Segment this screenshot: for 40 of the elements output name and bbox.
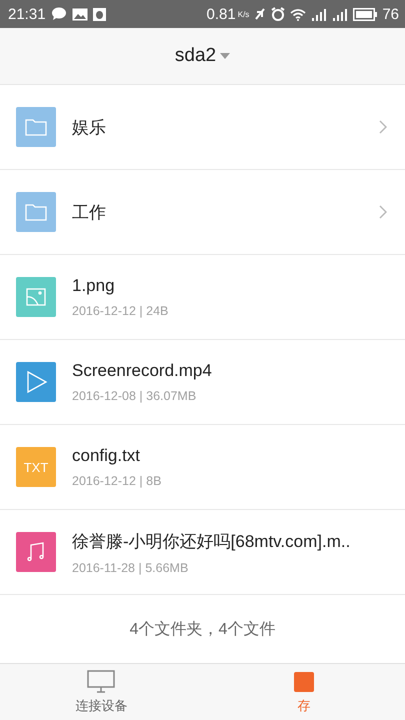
folder-file-icon <box>16 192 56 232</box>
chevron-icon <box>379 120 387 134</box>
image-file-icon <box>16 277 56 317</box>
text-file-icon: TXT <box>16 447 56 487</box>
video-file-icon <box>16 362 56 402</box>
audio-file-icon <box>16 532 56 572</box>
file-row[interactable]: 徐誉滕-小明你还好吗[68mtv.com].m.. 2016-11-28 | 5.66MB <box>0 510 405 595</box>
file-row[interactable]: 工作 <box>0 170 405 255</box>
file-name: 娱乐 <box>72 116 107 138</box>
drive-selector[interactable]: sda2 <box>170 41 234 71</box>
caret-icon <box>220 53 230 59</box>
chat-bubble-icon <box>50 7 67 21</box>
file-details: 2016-12-12 | 8B <box>72 474 162 488</box>
signal-icon <box>311 8 328 20</box>
battery-level: 76 <box>382 6 399 22</box>
image-icon <box>72 8 88 20</box>
file-name: 徐誉滕-小明你还好吗[68mtv.com].m.. <box>72 530 352 552</box>
file-name: Screenrecord.mp4 <box>72 361 213 381</box>
file-name: 工作 <box>72 202 107 224</box>
item-count: 4个文件夹，4个文件 <box>130 620 276 640</box>
status-time: 21:31 <box>8 6 46 22</box>
speed-unit: K/s <box>238 10 250 18</box>
monitor-icon <box>87 670 116 694</box>
signal-icon <box>332 8 348 20</box>
network-speed: 0.81 <box>206 6 236 22</box>
file-name: 1.png <box>72 276 116 296</box>
wifi-icon <box>290 8 306 20</box>
nav-tab[interactable]: 连接设备 <box>0 664 202 720</box>
battery-icon <box>353 8 378 20</box>
file-row[interactable]: 1.png 2016-12-12 | 24B <box>0 255 405 340</box>
folder-file-icon <box>16 107 56 147</box>
file-row[interactable]: 娱乐 <box>0 85 405 170</box>
chevron-icon <box>379 205 387 219</box>
file-details: 2016-11-28 | 5.66MB <box>72 560 190 574</box>
file-name: config.txt <box>72 446 142 466</box>
file-row[interactable]: TXT config.txt 2016-12-12 | 8B <box>0 425 405 510</box>
file-row[interactable]: Screenrecord.mp4 2016-12-08 | 36.07MB <box>0 340 405 425</box>
file-details: 2016-12-08 | 36.07MB <box>72 389 198 403</box>
alarm-icon <box>271 7 286 21</box>
file-details: 2016-12-12 | 24B <box>72 304 170 318</box>
